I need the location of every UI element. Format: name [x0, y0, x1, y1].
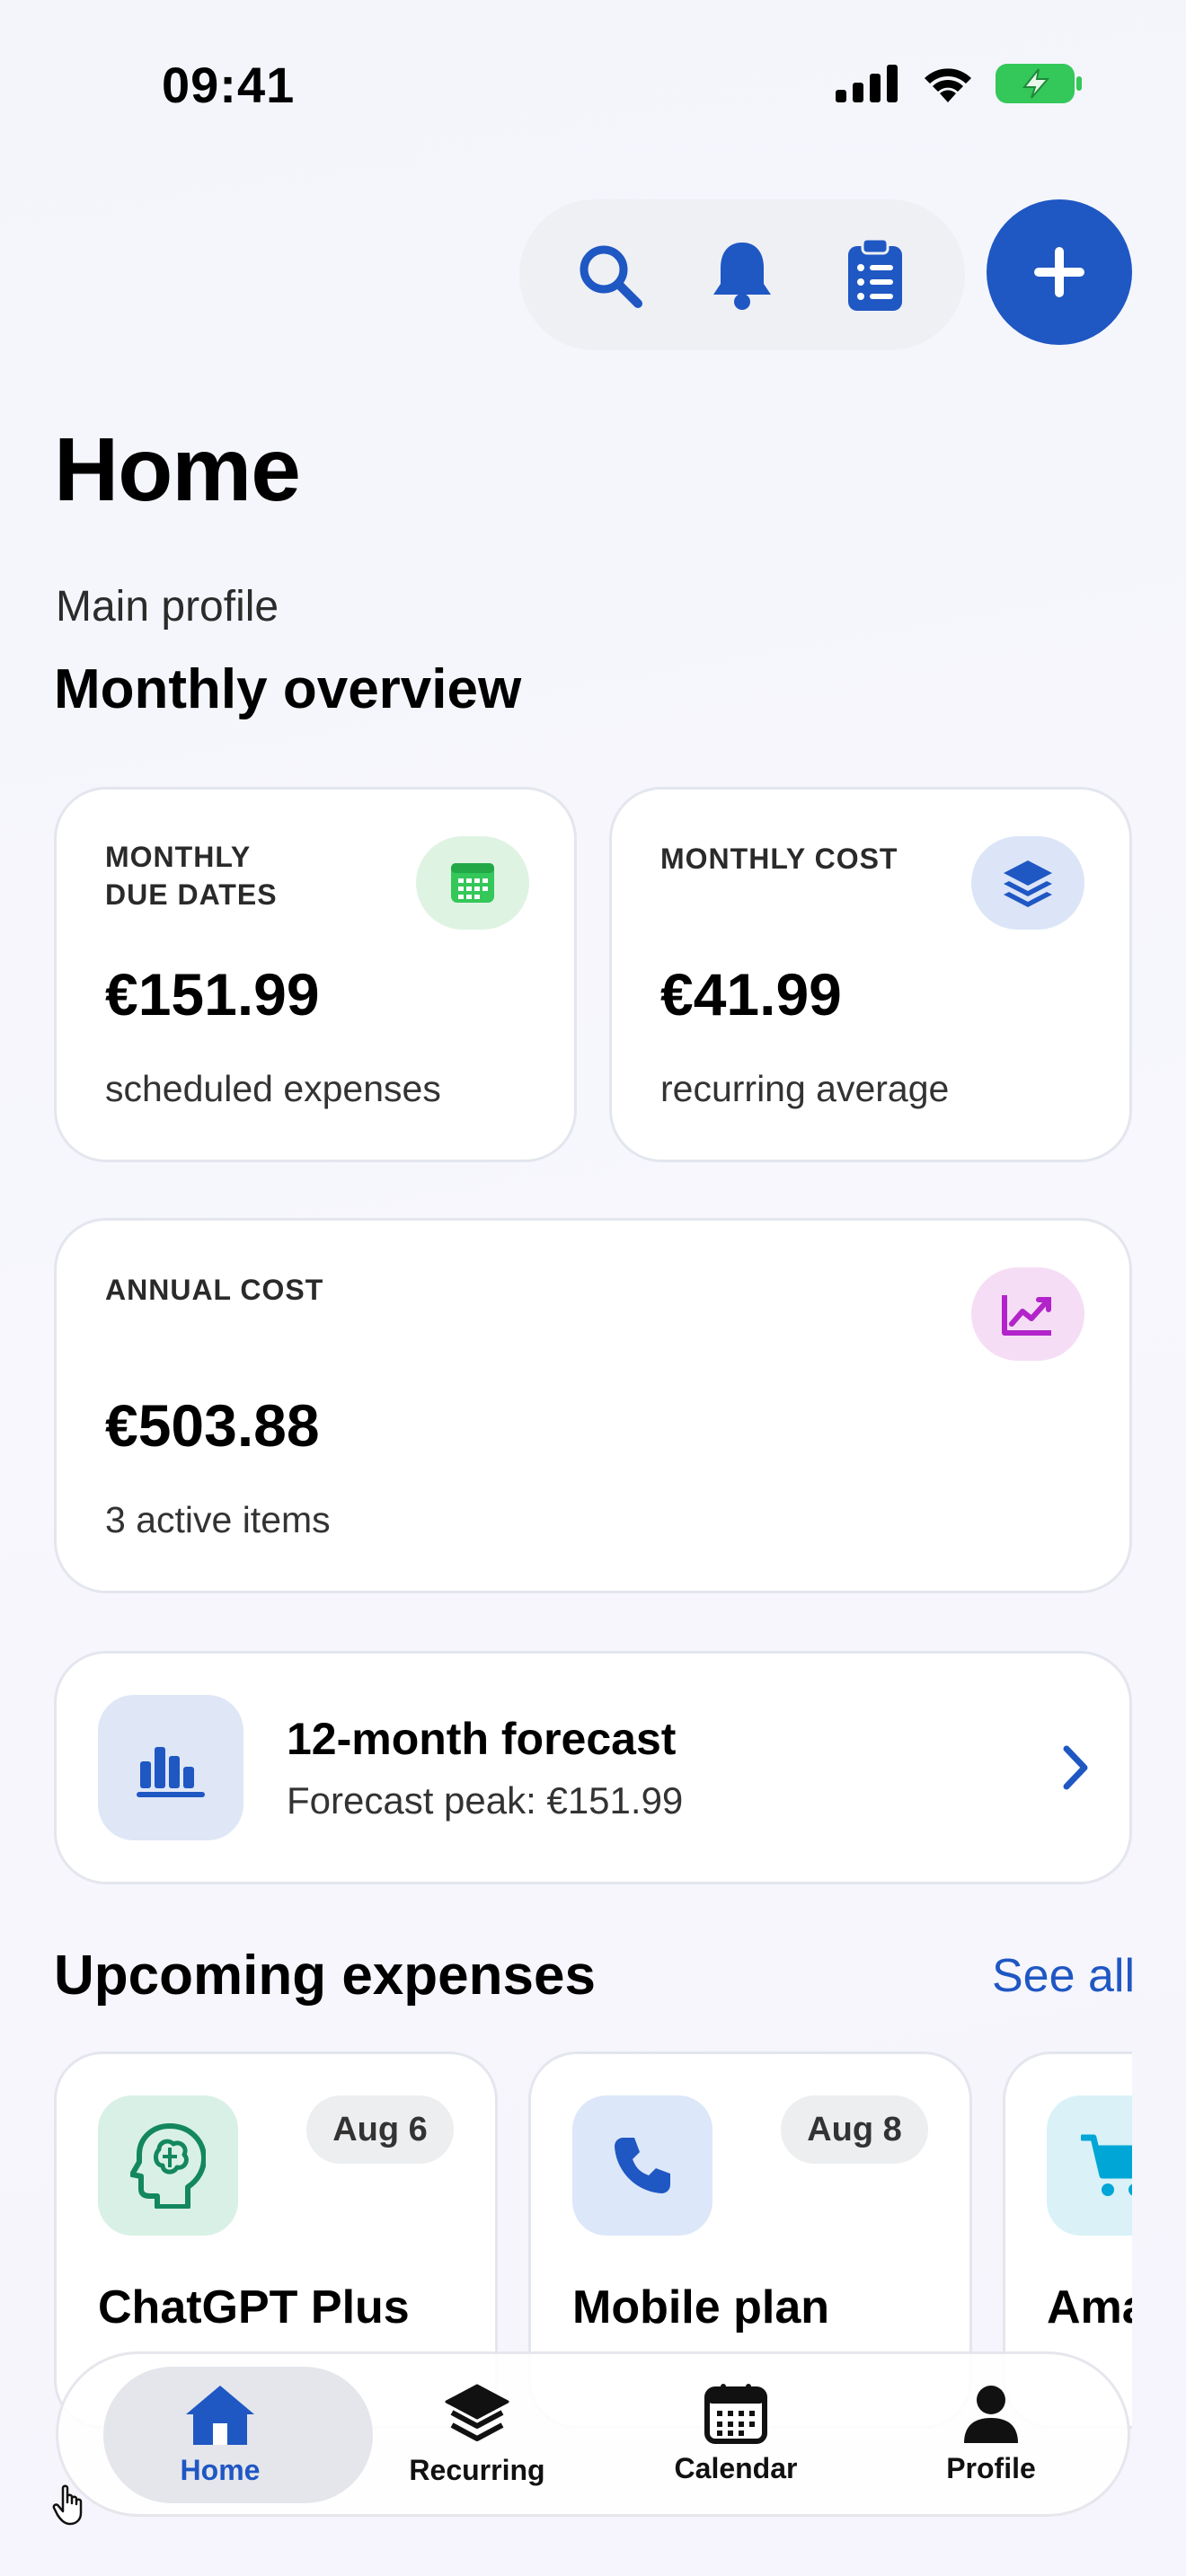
due-date-chip: Aug 6	[306, 2095, 454, 2164]
home-icon	[186, 2385, 254, 2445]
tab-calendar[interactable]: Calendar	[610, 2354, 862, 2514]
expense-name: ChatGPT Plus	[98, 2281, 410, 2333]
expense-name: Ama	[1047, 2281, 1132, 2333]
tab-recurring[interactable]: Recurring	[351, 2354, 603, 2514]
layers-icon	[445, 2384, 509, 2441]
expense-icon-bg	[572, 2095, 712, 2236]
tab-bar: Home Recurring Calendar Profile	[56, 2351, 1130, 2517]
phone-icon	[615, 2138, 670, 2193]
cart-icon	[1081, 2134, 1132, 2196]
expense-name: Mobile plan	[572, 2281, 829, 2333]
tab-profile[interactable]: Profile	[865, 2354, 1117, 2514]
person-icon	[964, 2385, 1018, 2443]
calendar-icon	[704, 2383, 767, 2444]
hand-pointer-icon	[52, 2484, 83, 2526]
due-date-chip: Aug 8	[781, 2095, 928, 2164]
upcoming-carousel[interactable]: Aug 6 ChatGPT Plus Aug 8 Mobile plan Ama	[0, 0, 1132, 2576]
tab-home[interactable]: Home	[94, 2354, 373, 2514]
expense-icon-bg	[1047, 2095, 1132, 2236]
expense-icon-bg	[98, 2095, 238, 2236]
brain-icon	[130, 2123, 206, 2209]
